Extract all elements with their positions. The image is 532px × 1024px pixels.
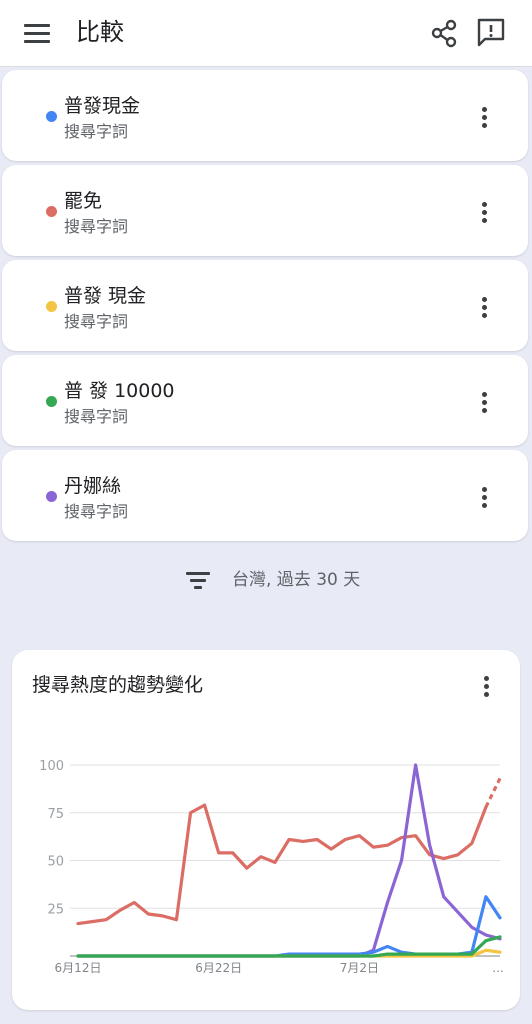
y-tick-label: 25 [47,902,64,917]
series-color-dot [46,111,57,122]
term-name: 普 發 10000 [64,380,175,402]
more-vert-icon[interactable] [476,295,492,323]
series-color-dot [46,491,57,502]
term-name: 普發現金 [64,95,141,117]
search-term-card[interactable]: 普發 現金 搜尋字詞 [2,260,528,351]
term-name: 罷免 [64,190,103,212]
more-vert-icon[interactable] [476,105,492,133]
x-tick-label: 6月12日 [55,961,102,975]
y-tick-label: 75 [47,807,64,822]
menu-icon[interactable] [22,20,52,48]
search-term-card[interactable]: 普 發 10000 搜尋字詞 [2,355,528,446]
more-vert-icon[interactable] [476,485,492,513]
series-line-2 [76,895,502,958]
top-app-bar: 比較 [0,0,532,67]
term-type: 搜尋字詞 [64,122,129,141]
series-partial-line-0 [484,777,502,808]
term-name: 普發 現金 [64,285,147,307]
x-tick-label: ... [492,961,503,975]
more-vert-icon[interactable] [476,390,492,418]
series-color-dot [46,301,57,312]
search-term-card[interactable]: 普發現金 搜尋字詞 [2,70,528,161]
series-color-dot [46,206,57,217]
y-tick-label: 50 [47,855,64,870]
more-vert-icon[interactable] [476,200,492,228]
y-tick-label: 100 [39,759,64,774]
search-term-card[interactable]: 罷免 搜尋字詞 [2,165,528,256]
feedback-icon[interactable] [474,14,510,50]
x-tick-label: 6月22日 [195,961,242,975]
page-title: 比較 [76,18,124,46]
term-type: 搜尋字詞 [64,312,129,331]
filter-label: 台灣, 過去 30 天 [232,570,361,590]
term-type: 搜尋字詞 [64,217,129,236]
series-color-dot [46,396,57,407]
term-type: 搜尋字詞 [64,407,129,426]
x-tick-label: 7月2日 [340,961,379,975]
term-type: 搜尋字詞 [64,502,129,521]
line-chart: 100 75 50 25 6月12日 6月22日 7月2日... [39,759,504,975]
filter-icon [186,572,212,592]
term-name: 丹娜絲 [64,475,122,497]
interest-over-time-card: 搜尋熱度的趨勢變化 100 75 50 25 6月12日 6月22日 7月2日... [12,650,520,1010]
filter-button[interactable]: 台灣, 過去 30 天 [0,560,532,600]
search-term-card[interactable]: 丹娜絲 搜尋字詞 [2,450,528,541]
share-icon[interactable] [426,16,462,52]
